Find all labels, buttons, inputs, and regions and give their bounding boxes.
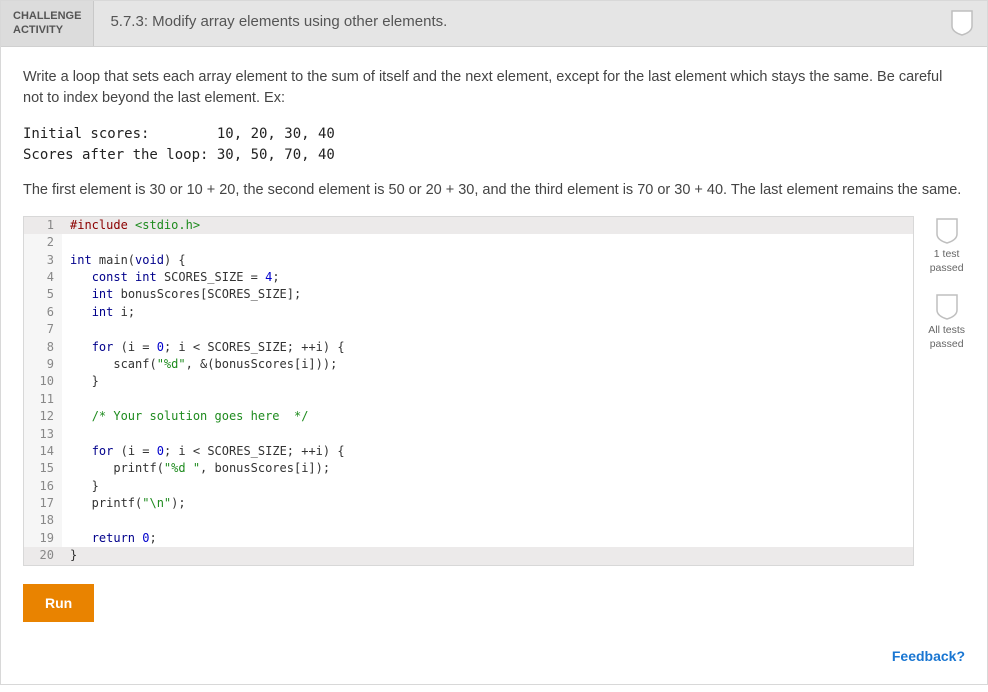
test-badge-all: All tests passed — [928, 294, 965, 352]
line-number: 10 — [24, 373, 62, 390]
line-number: 15 — [24, 460, 62, 477]
shield-icon — [936, 218, 958, 244]
feedback-link[interactable]: Feedback? — [892, 648, 965, 664]
challenge-container: CHALLENGE ACTIVITY 5.7.3: Modify array e… — [0, 0, 988, 685]
code-line[interactable]: 7 — [24, 321, 913, 338]
code-area: 1#include <stdio.h>23int main(void) {4 c… — [23, 216, 965, 566]
code-line[interactable]: 6 int i; — [24, 304, 913, 321]
prompt-para-1: Write a loop that sets each array elemen… — [23, 67, 965, 111]
code-line[interactable]: 8 for (i = 0; i < SCORES_SIZE; ++i) { — [24, 339, 913, 356]
activity-type-label: CHALLENGE ACTIVITY — [1, 1, 94, 46]
code-text[interactable]: } — [62, 373, 913, 390]
feedback-area: Feedback? — [23, 648, 965, 664]
label-line-1: CHALLENGE — [13, 9, 81, 23]
line-number: 19 — [24, 530, 62, 547]
badge-text: All tests — [928, 324, 965, 338]
code-text[interactable] — [62, 512, 913, 529]
code-line[interactable]: 12 /* Your solution goes here */ — [24, 408, 913, 425]
line-number: 17 — [24, 495, 62, 512]
code-line[interactable]: 2 — [24, 234, 913, 251]
code-text[interactable]: for (i = 0; i < SCORES_SIZE; ++i) { — [62, 443, 913, 460]
code-text[interactable] — [62, 426, 913, 443]
run-button[interactable]: Run — [23, 584, 94, 622]
code-line[interactable]: 9 scanf("%d", &(bonusScores[i])); — [24, 356, 913, 373]
line-number: 8 — [24, 339, 62, 356]
code-line[interactable]: 10 } — [24, 373, 913, 390]
prompt-para-2: The first element is 30 or 10 + 20, the … — [23, 180, 965, 202]
line-number: 16 — [24, 478, 62, 495]
code-text[interactable]: printf("\n"); — [62, 495, 913, 512]
code-text[interactable]: int i; — [62, 304, 913, 321]
code-line[interactable]: 4 const int SCORES_SIZE = 4; — [24, 269, 913, 286]
code-line[interactable]: 16 } — [24, 478, 913, 495]
line-number: 1 — [24, 217, 62, 234]
code-line[interactable]: 14 for (i = 0; i < SCORES_SIZE; ++i) { — [24, 443, 913, 460]
code-text[interactable]: scanf("%d", &(bonusScores[i])); — [62, 356, 913, 373]
shield-icon — [936, 294, 958, 320]
code-line[interactable]: 1#include <stdio.h> — [24, 217, 913, 234]
badge-text: 1 test — [930, 248, 964, 262]
code-line[interactable]: 15 printf("%d ", bonusScores[i]); — [24, 460, 913, 477]
code-text[interactable]: } — [62, 547, 913, 564]
line-number: 12 — [24, 408, 62, 425]
badge-text: passed — [928, 338, 965, 352]
code-text[interactable]: /* Your solution goes here */ — [62, 408, 913, 425]
header-badge — [937, 1, 987, 46]
test-badge-one: 1 test passed — [930, 218, 964, 276]
code-text[interactable] — [62, 234, 913, 251]
code-text[interactable]: const int SCORES_SIZE = 4; — [62, 269, 913, 286]
test-status-sidebar: 1 test passed All tests passed — [928, 216, 965, 352]
line-number: 11 — [24, 391, 62, 408]
activity-title: 5.7.3: Modify array elements using other… — [94, 1, 937, 46]
line-number: 6 — [24, 304, 62, 321]
label-line-2: ACTIVITY — [13, 23, 81, 37]
content: Write a loop that sets each array elemen… — [1, 47, 987, 684]
code-line[interactable]: 19 return 0; — [24, 530, 913, 547]
code-line[interactable]: 11 — [24, 391, 913, 408]
code-line[interactable]: 3int main(void) { — [24, 252, 913, 269]
code-text[interactable]: #include <stdio.h> — [62, 217, 913, 234]
code-line[interactable]: 17 printf("\n"); — [24, 495, 913, 512]
code-text[interactable]: int bonusScores[SCORES_SIZE]; — [62, 286, 913, 303]
code-text[interactable]: return 0; — [62, 530, 913, 547]
line-number: 18 — [24, 512, 62, 529]
shield-icon — [951, 10, 973, 36]
line-number: 3 — [24, 252, 62, 269]
line-number: 4 — [24, 269, 62, 286]
code-line[interactable]: 20} — [24, 547, 913, 564]
code-text[interactable]: printf("%d ", bonusScores[i]); — [62, 460, 913, 477]
line-number: 20 — [24, 547, 62, 564]
code-text[interactable]: int main(void) { — [62, 252, 913, 269]
badge-text: passed — [930, 262, 964, 276]
line-number: 7 — [24, 321, 62, 338]
line-number: 14 — [24, 443, 62, 460]
code-text[interactable] — [62, 391, 913, 408]
line-number: 9 — [24, 356, 62, 373]
example-block: Initial scores: 10, 20, 30, 40 Scores af… — [23, 124, 965, 166]
code-text[interactable] — [62, 321, 913, 338]
code-editor[interactable]: 1#include <stdio.h>23int main(void) {4 c… — [23, 216, 914, 566]
header: CHALLENGE ACTIVITY 5.7.3: Modify array e… — [1, 1, 987, 47]
code-line[interactable]: 18 — [24, 512, 913, 529]
code-text[interactable]: for (i = 0; i < SCORES_SIZE; ++i) { — [62, 339, 913, 356]
line-number: 5 — [24, 286, 62, 303]
code-line[interactable]: 5 int bonusScores[SCORES_SIZE]; — [24, 286, 913, 303]
line-number: 13 — [24, 426, 62, 443]
code-text[interactable]: } — [62, 478, 913, 495]
line-number: 2 — [24, 234, 62, 251]
code-line[interactable]: 13 — [24, 426, 913, 443]
